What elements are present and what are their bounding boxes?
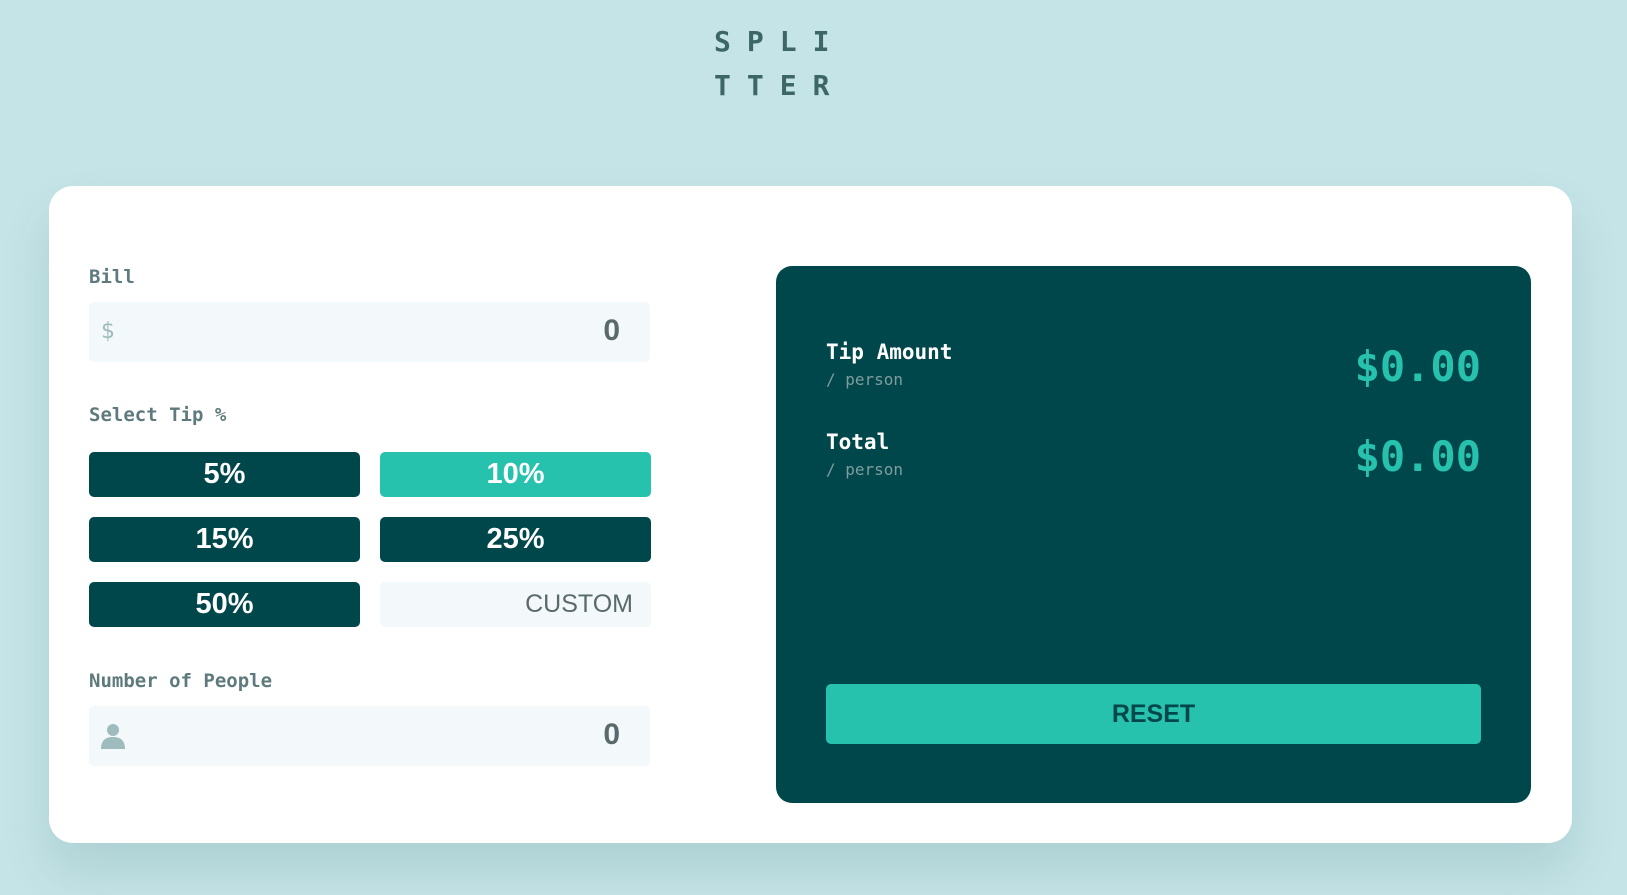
select-tip-label: Select Tip % [89,404,227,426]
logo-line-2: TTER [714,69,846,102]
tip-button-5[interactable]: 5% [89,452,360,497]
result-panel: Tip Amount / person $0.00 Total / person… [776,266,1531,803]
people-input[interactable]: 0 [89,706,650,766]
tip-button-15[interactable]: 15% [89,517,360,562]
tip-amount-value: $0.00 [1354,342,1481,391]
total-value: $0.00 [1354,432,1481,481]
bill-label: Bill [89,266,135,288]
tip-button-25[interactable]: 25% [380,517,651,562]
custom-tip-input[interactable]: CUSTOM [380,582,651,627]
person-icon [101,724,125,749]
tip-amount-label: Tip Amount [826,340,953,364]
bill-input[interactable]: $ 0 [89,302,650,362]
people-value: 0 [603,718,620,751]
total-sub: / person [826,460,904,479]
tip-amount-sub: / person [826,370,904,389]
people-label: Number of People [89,670,273,692]
bill-value: 0 [603,314,620,347]
tip-button-10[interactable]: 10% [380,452,651,497]
app-logo: SPLI TTER [714,20,834,108]
tip-button-50[interactable]: 50% [89,582,360,627]
total-label: Total [826,430,890,454]
logo-line-1: SPLI [714,25,846,58]
reset-button[interactable]: RESET [826,684,1481,744]
calculator-card: Bill $ 0 Select Tip % 5% 10% 15% 25% 50%… [49,186,1572,843]
dollar-icon: $ [101,319,115,344]
